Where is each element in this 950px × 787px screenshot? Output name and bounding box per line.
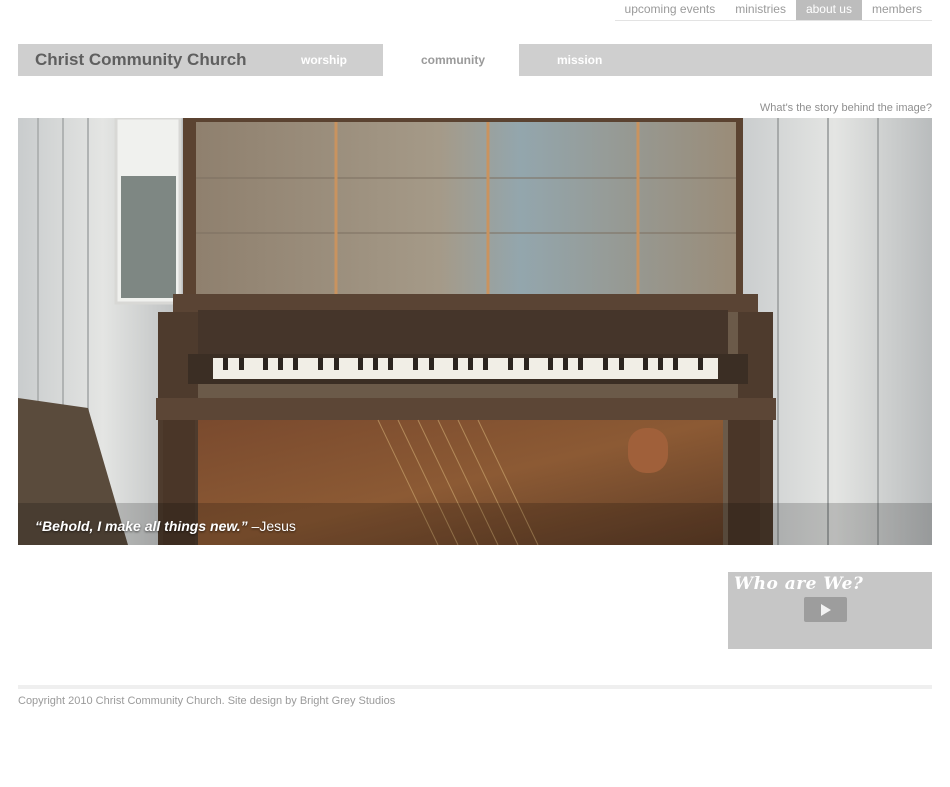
footer-divider bbox=[18, 685, 932, 689]
nav-mission[interactable]: mission bbox=[557, 44, 602, 76]
copyright-text: Copyright 2010 Christ Community Church. … bbox=[18, 695, 396, 707]
story-behind-image-link[interactable]: What's the story behind the image? bbox=[760, 102, 932, 114]
quote-text: “Behold, I make all things new.” bbox=[35, 518, 248, 534]
top-nav-ministries[interactable]: ministries bbox=[725, 0, 796, 20]
top-nav: upcoming events ministries about us memb… bbox=[614, 0, 932, 21]
site-title[interactable]: Christ Community Church bbox=[35, 44, 247, 76]
piano-illustration bbox=[18, 118, 932, 545]
hero-quote: “Behold, I make all things new.” –Jesus bbox=[35, 518, 296, 534]
who-are-we-video[interactable]: Who are We? bbox=[728, 572, 932, 649]
video-title: Who are We? bbox=[734, 574, 864, 594]
quote-attribution: –Jesus bbox=[251, 518, 296, 534]
header-bar: Christ Community Church worship communit… bbox=[18, 44, 932, 76]
nav-worship[interactable]: worship bbox=[301, 44, 347, 76]
top-nav-about-us[interactable]: about us bbox=[795, 0, 862, 20]
top-nav-upcoming-events[interactable]: upcoming events bbox=[615, 0, 726, 20]
play-icon bbox=[821, 604, 831, 616]
play-button[interactable] bbox=[804, 597, 847, 622]
hero-image: “Behold, I make all things new.” –Jesus bbox=[18, 118, 932, 545]
top-nav-members[interactable]: members bbox=[862, 0, 932, 20]
nav-community[interactable]: community bbox=[421, 44, 485, 76]
